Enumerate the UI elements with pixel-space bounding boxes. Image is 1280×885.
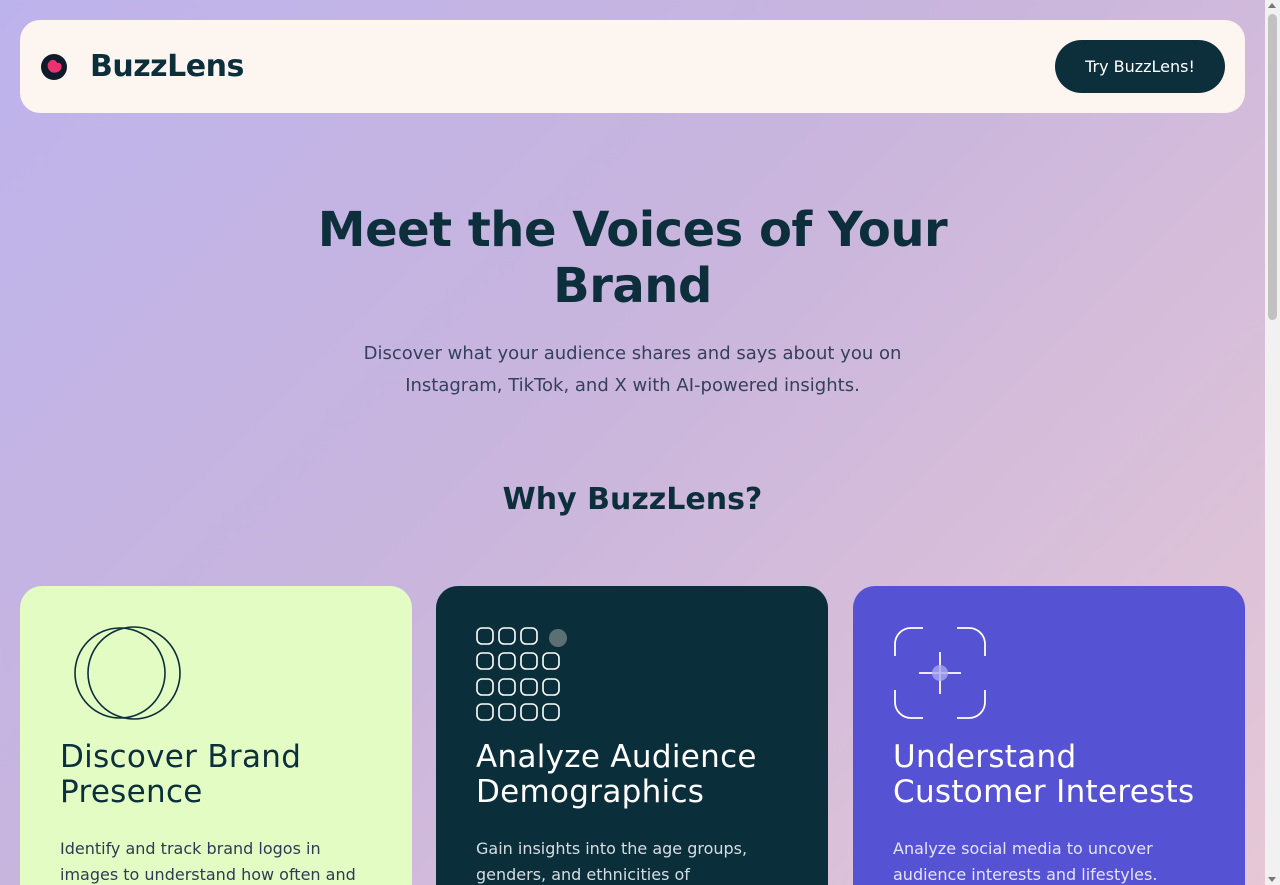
overlapping-circles-icon xyxy=(74,626,181,720)
scroll-up-arrow-icon[interactable] xyxy=(1268,3,1276,8)
card-text: Identify and track brand logos in images… xyxy=(60,839,356,884)
logo-icon xyxy=(41,53,67,80)
card-text: Gain insights into the age groups, gende… xyxy=(476,839,748,884)
site-header: BuzzLens Try BuzzLens! xyxy=(20,20,1245,113)
try-buzzlens-button[interactable]: Try BuzzLens! xyxy=(1055,40,1225,93)
brand[interactable]: BuzzLens xyxy=(40,49,244,84)
card-title: Discover Brand Presence xyxy=(60,739,302,810)
card-title: Analyze Audience Demographics xyxy=(476,739,757,810)
hero-title: Meet the Voices of Your Brand xyxy=(317,202,948,314)
focus-frame-icon xyxy=(894,627,986,719)
feature-card-brand-presence: Discover Brand Presence Identify and tra… xyxy=(20,586,412,885)
dot-grid-icon xyxy=(476,627,567,721)
scroll-down-arrow-icon[interactable] xyxy=(1268,877,1276,882)
card-title: Understand Customer Interests xyxy=(893,739,1195,810)
brand-name: BuzzLens xyxy=(90,49,244,84)
hero-subtitle: Discover what your audience shares and s… xyxy=(363,343,902,396)
feature-card-demographics: Analyze Audience Demographics Gain insig… xyxy=(436,586,828,885)
feature-card-interests: Understand Customer Interests Analyze so… xyxy=(853,586,1245,885)
scrollbar-thumb[interactable] xyxy=(1268,14,1277,320)
card-text: Analyze social media to uncover audience… xyxy=(893,839,1158,884)
scrollbar[interactable] xyxy=(1265,0,1280,885)
section-title: Why BuzzLens? xyxy=(502,482,763,517)
